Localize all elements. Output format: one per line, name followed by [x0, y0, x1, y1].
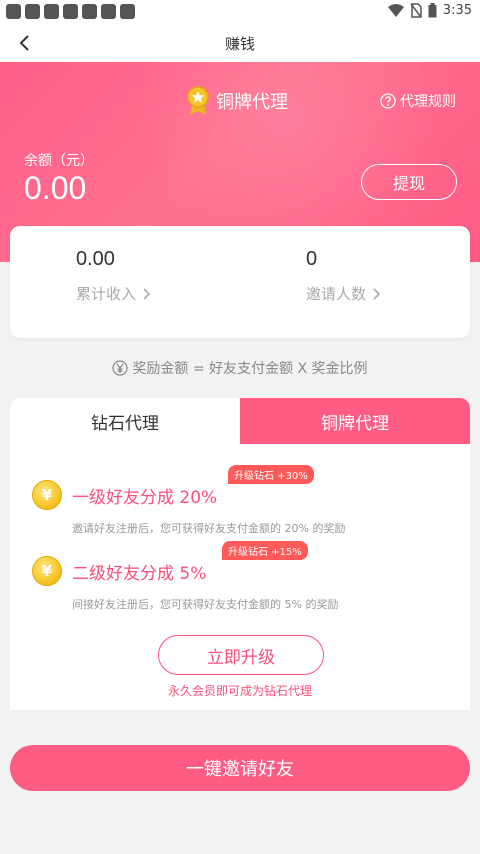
tier-title: 一级好友分成 20%	[72, 487, 218, 508]
status-time: 3:35	[442, 3, 472, 18]
level-title: 铜牌代理	[216, 92, 288, 113]
notification-icon	[101, 4, 116, 19]
income-stat[interactable]: 0.00 累计收入	[76, 248, 151, 304]
tab-diamond-agent[interactable]: 钻石代理	[10, 398, 240, 444]
upgrade-tag: 升级钻石 +30%	[228, 465, 314, 484]
help-circle-icon	[380, 93, 396, 109]
chevron-right-icon	[373, 287, 381, 300]
balance-value: 0.00	[24, 170, 87, 206]
notification-icon	[6, 4, 21, 19]
upgrade-now-button[interactable]: 立即升级	[158, 635, 324, 675]
upgrade-tag: 升级钻石 +15%	[222, 541, 308, 560]
nav-bar: 赚钱	[0, 24, 480, 62]
notification-icons	[6, 4, 135, 19]
stats-card: 0.00 累计收入 0 邀请人数	[10, 226, 470, 338]
tier-row: ¥ 一级好友分成 20%	[32, 480, 345, 510]
invite-count-link[interactable]: 邀请人数	[306, 283, 381, 304]
status-bar: 3:35	[0, 0, 480, 24]
agent-rules-link[interactable]: 代理规则	[380, 91, 456, 111]
notification-icon	[82, 4, 97, 19]
notification-icon	[25, 4, 40, 19]
withdraw-button[interactable]: 提现	[361, 164, 457, 200]
invite-count-value: 0	[306, 248, 318, 270]
reward-formula: 奖励金额 = 好友支付金额 X 奖金比例	[0, 358, 480, 378]
coin-icon: ¥	[32, 480, 62, 510]
agent-tabs: 钻石代理 铜牌代理	[10, 398, 470, 444]
tier-description: 间接好友注册后，您可获得好友支付金额的 5% 的奖励	[72, 598, 339, 611]
agent-tier-card: 钻石代理 铜牌代理 ¥ 一级好友分成 20% 邀请好友注册后，您可获得好友支付金…	[10, 398, 470, 710]
battery-icon	[428, 3, 437, 18]
tier-row: ¥ 二级好友分成 5%	[32, 556, 338, 586]
tab-bronze-agent[interactable]: 铜牌代理	[240, 398, 470, 444]
invite-stat[interactable]: 0 邀请人数	[306, 248, 381, 304]
reward-formula-text: 奖励金额 = 好友支付金额 X 奖金比例	[132, 361, 368, 377]
notification-icon	[63, 4, 78, 19]
tier-level-1: ¥ 一级好友分成 20% 邀请好友注册后，您可获得好友支付金额的 20% 的奖励	[32, 480, 345, 536]
invite-friends-button[interactable]: 一键邀请好友	[10, 745, 470, 791]
agent-rules-label: 代理规则	[400, 94, 456, 110]
balance-label: 余额（元）	[24, 153, 94, 169]
medal-icon	[187, 86, 209, 115]
income-link[interactable]: 累计收入	[76, 283, 151, 304]
income-value: 0.00	[76, 248, 115, 270]
level-badge: 铜牌代理	[186, 86, 288, 116]
page-title: 赚钱	[224, 35, 255, 53]
chevron-right-icon	[143, 287, 151, 300]
invite-count-label: 邀请人数	[306, 285, 367, 303]
notification-icon	[120, 4, 135, 19]
notification-icon	[44, 4, 59, 19]
yuan-coin-icon	[112, 360, 129, 376]
upgrade-note: 永久会员即可成为钻石代理	[167, 684, 312, 698]
income-label: 累计收入	[76, 285, 137, 303]
tier-title: 二级好友分成 5%	[72, 563, 207, 584]
status-right: 3:35	[387, 3, 472, 18]
wifi-icon	[387, 3, 404, 17]
tier-description: 邀请好友注册后，您可获得好友支付金额的 20% 的奖励	[72, 522, 346, 535]
coin-icon: ¥	[32, 556, 62, 586]
no-sim-icon	[410, 3, 422, 18]
tier-level-2: ¥ 二级好友分成 5% 间接好友注册后，您可获得好友支付金额的 5% 的奖励	[32, 556, 338, 612]
